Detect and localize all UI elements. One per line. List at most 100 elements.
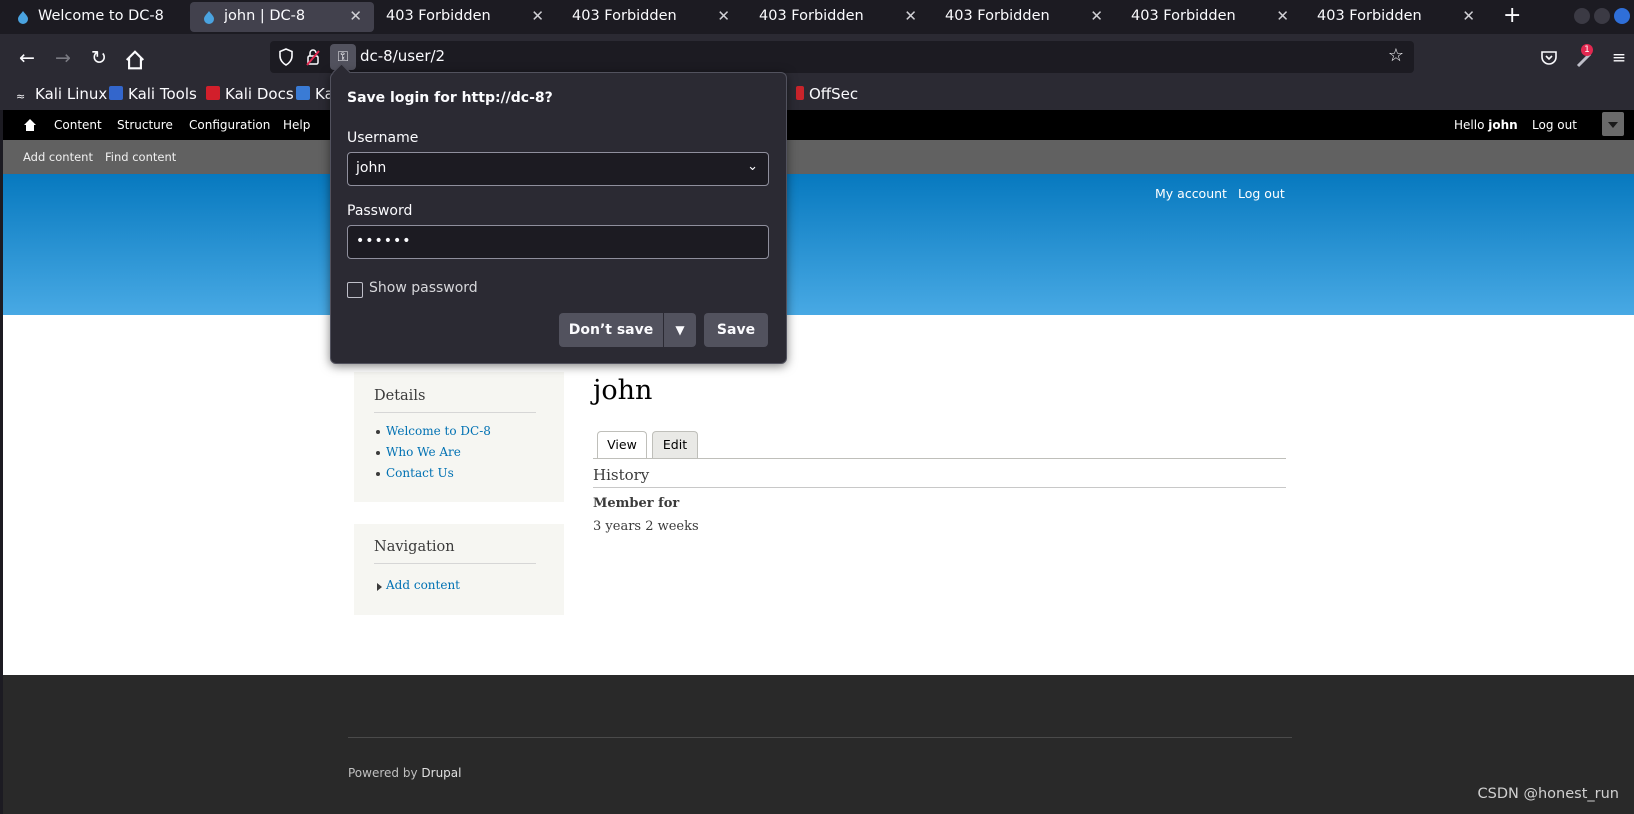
home-icon[interactable] xyxy=(23,118,37,132)
tab-title: 403 Forbidden xyxy=(572,8,677,24)
bookmark-offsec[interactable]: OffSec xyxy=(796,85,858,103)
navigation-toolbar: ← → ↻ ⚿ dc-8/user/2 ☆ 1 ≡ xyxy=(0,34,1634,82)
bookmark-kali-docs[interactable]: Kali Docs xyxy=(206,85,294,103)
forward-icon[interactable]: → xyxy=(50,45,76,71)
browser-tab[interactable]: 403 Forbidden ✕ xyxy=(745,2,929,32)
page-title: john xyxy=(593,375,653,406)
browser-tab[interactable]: Welcome to DC-8 | D xyxy=(4,2,188,32)
dont-save-menu-button[interactable]: ▼ xyxy=(664,313,696,347)
maximize-window-button[interactable] xyxy=(1594,8,1610,24)
member-for-value: 3 years 2 weeks xyxy=(593,519,699,534)
close-tab-icon[interactable]: ✕ xyxy=(717,7,730,25)
bookmark-label: Kali Tools xyxy=(128,85,197,103)
welcome-link[interactable]: Welcome to DC-8 xyxy=(386,424,491,438)
show-password-label[interactable]: Show password xyxy=(369,280,478,296)
back-icon[interactable]: ← xyxy=(14,45,40,71)
bookmark-kali-linux[interactable]: ≈ Kali Linux xyxy=(16,85,107,104)
tab-view[interactable]: View xyxy=(597,431,647,459)
bullet-icon xyxy=(376,472,380,476)
menu-icon[interactable]: ≡ xyxy=(1606,45,1632,71)
close-window-button[interactable] xyxy=(1614,8,1630,24)
shortcuts-tray: Add content Find content xyxy=(3,140,1634,174)
username-value: john xyxy=(356,160,387,176)
expand-arrow-icon xyxy=(377,583,382,591)
kali-docs-icon xyxy=(206,86,220,100)
divider xyxy=(348,737,1292,738)
close-tab-icon[interactable]: ✕ xyxy=(1090,7,1103,25)
browser-tab[interactable]: 403 Forbidden ✕ xyxy=(558,2,742,32)
page-content: Content Structure Configuration Help Hel… xyxy=(3,110,1634,814)
password-field[interactable]: •••••• xyxy=(347,225,769,259)
who-we-are-link[interactable]: Who We Are xyxy=(386,445,461,459)
tab-title: Welcome to DC-8 | D xyxy=(38,8,166,24)
new-tab-icon[interactable]: + xyxy=(1503,3,1521,28)
admin-menu-configuration[interactable]: Configuration xyxy=(189,118,270,132)
offsec-icon xyxy=(796,86,804,100)
pocket-icon[interactable] xyxy=(1540,49,1558,67)
nav-add-content-link[interactable]: Add content xyxy=(386,578,460,592)
header-logout-link[interactable]: Log out xyxy=(1238,186,1285,201)
shortcut-find-content[interactable]: Find content xyxy=(105,150,176,164)
bookmark-kali-tools[interactable]: Kali Tools xyxy=(109,85,197,103)
popup-title: Save login for http://dc-8? xyxy=(347,90,553,106)
url-bar[interactable]: ⚿ dc-8/user/2 ☆ xyxy=(270,41,1414,73)
admin-menu-help[interactable]: Help xyxy=(283,118,310,132)
home-icon[interactable] xyxy=(122,47,148,73)
site-footer: Powered by Drupal CSDN @honest_run xyxy=(3,675,1634,814)
tab-title: 403 Forbidden xyxy=(386,8,491,24)
chevron-down-icon xyxy=(1608,122,1618,128)
bullet-icon xyxy=(376,451,380,455)
shield-icon[interactable] xyxy=(278,48,294,66)
hello-username: john xyxy=(1488,118,1518,132)
url-text[interactable]: dc-8/user/2 xyxy=(360,47,445,65)
browser-tab-active[interactable]: john | DC-8 ✕ xyxy=(190,2,374,32)
tab-title: 403 Forbidden xyxy=(1131,8,1236,24)
bookmark-label: Kali Linux xyxy=(35,85,108,103)
insecure-lock-icon[interactable] xyxy=(306,48,320,66)
member-for-label: Member for xyxy=(593,496,680,511)
extensions-icon[interactable]: 1 xyxy=(1575,44,1595,69)
username-field[interactable]: john ⌄ xyxy=(347,152,769,186)
username-label: Username xyxy=(347,130,419,146)
chevron-down-icon[interactable]: ⌄ xyxy=(747,159,758,174)
close-tab-icon[interactable]: ✕ xyxy=(349,7,362,25)
tab-edit[interactable]: Edit xyxy=(652,431,698,458)
close-tab-icon[interactable]: ✕ xyxy=(904,7,917,25)
divider xyxy=(374,412,536,413)
tab-title: 403 Forbidden xyxy=(945,8,1050,24)
dont-save-button[interactable]: Don’t save xyxy=(559,313,663,347)
admin-toolbar: Content Structure Configuration Help Hel… xyxy=(3,110,1634,140)
drupal-icon xyxy=(18,11,28,24)
browser-tab[interactable]: 403 Forbidden ✕ xyxy=(372,2,556,32)
reload-icon[interactable]: ↻ xyxy=(86,45,112,71)
my-account-link[interactable]: My account xyxy=(1155,186,1227,201)
navigation-block-title: Navigation xyxy=(374,539,455,555)
hello-user[interactable]: Hello john xyxy=(1454,118,1518,132)
tab-title: john | DC-8 xyxy=(224,8,306,24)
admin-menu-content[interactable]: Content xyxy=(54,118,102,132)
close-tab-icon[interactable]: ✕ xyxy=(1276,7,1289,25)
bookmark-star-icon[interactable]: ☆ xyxy=(1388,45,1404,66)
hello-prefix: Hello xyxy=(1454,118,1485,132)
notification-badge: 1 xyxy=(1581,44,1593,56)
admin-logout-link[interactable]: Log out xyxy=(1532,118,1577,132)
divider xyxy=(374,563,536,564)
save-button[interactable]: Save xyxy=(704,313,768,347)
minimize-window-button[interactable] xyxy=(1574,8,1590,24)
show-password-checkbox[interactable] xyxy=(347,282,363,298)
close-tab-icon[interactable]: ✕ xyxy=(531,7,544,25)
browser-tab[interactable]: 403 Forbidden ✕ xyxy=(1117,2,1301,32)
toolbar-toggle-button[interactable] xyxy=(1602,112,1624,136)
shortcut-add-content[interactable]: Add content xyxy=(23,150,93,164)
close-tab-icon[interactable]: ✕ xyxy=(1462,7,1475,25)
details-block: Details Welcome to DC-8 Who We Are Conta… xyxy=(354,372,564,502)
drupal-icon xyxy=(204,11,214,24)
admin-menu-structure[interactable]: Structure xyxy=(117,118,173,132)
contact-us-link[interactable]: Contact Us xyxy=(386,466,454,480)
browser-tab[interactable]: 403 Forbidden ✕ xyxy=(931,2,1115,32)
drupal-link[interactable]: Drupal xyxy=(421,766,461,780)
browser-tab[interactable]: 403 Forbidden ✕ xyxy=(1303,2,1487,32)
bookmark-kali-forums[interactable]: Ka xyxy=(296,85,334,103)
tab-title: 403 Forbidden xyxy=(1317,8,1422,24)
history-heading: History xyxy=(593,466,650,484)
